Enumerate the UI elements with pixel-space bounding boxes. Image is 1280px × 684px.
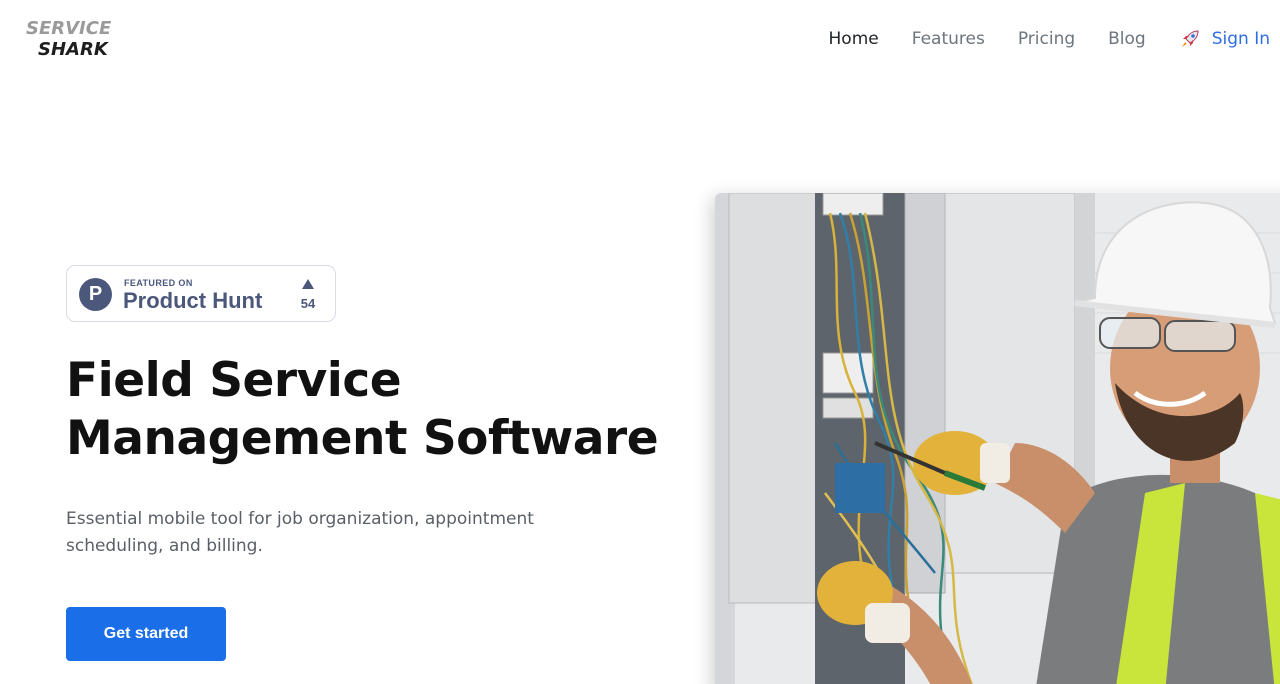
upvote-triangle-icon [302, 279, 314, 289]
nav-blog[interactable]: Blog [1108, 29, 1146, 49]
rocket-icon [1181, 30, 1199, 47]
badge-featured-label: FEATURED ON [124, 278, 193, 288]
badge-upvote-count: 54 [300, 296, 316, 311]
hero-title-line-2: Management Software [66, 411, 659, 466]
hero-image [715, 193, 1280, 684]
page: SERVICE SHARK Home Features Pricing Blog… [0, 0, 1280, 684]
sign-in-label: Sign In [1211, 29, 1270, 49]
badge-product-hunt-name: Product Hunt [123, 288, 263, 313]
product-hunt-badge[interactable]: P FEATURED ON Product Hunt 54 [66, 265, 336, 322]
nav-home[interactable]: Home [829, 29, 879, 49]
nav-features[interactable]: Features [912, 29, 985, 49]
logo-line-1: SERVICE [26, 18, 112, 39]
hero-title: Field Service Management Software [66, 352, 666, 468]
hero-title-line-1: Field Service [66, 353, 402, 408]
sign-in-link[interactable]: Sign In [1180, 29, 1270, 49]
product-hunt-logo-icon: P [79, 278, 112, 311]
electrician-photo-illustration [715, 193, 1280, 684]
hero-subtitle: Essential mobile tool for job organizati… [66, 509, 534, 556]
nav-pricing[interactable]: Pricing [1018, 29, 1075, 49]
logo[interactable]: SERVICE SHARK [26, 18, 111, 60]
main-nav: Home Features Pricing Blog Sign In [796, 28, 1270, 50]
logo-line-2: SHARK [38, 39, 108, 60]
get-started-button[interactable]: Get started [66, 607, 226, 661]
